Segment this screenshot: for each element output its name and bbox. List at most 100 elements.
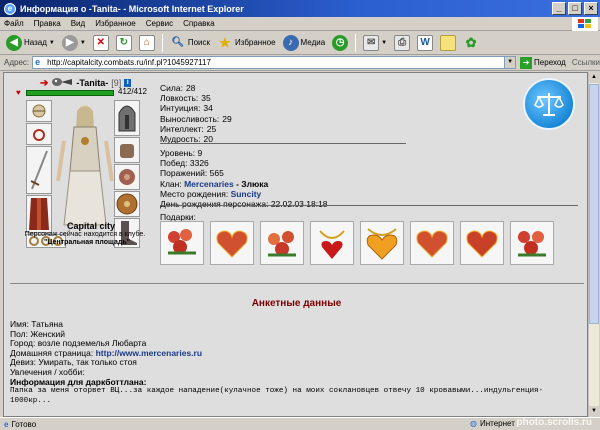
character-name: -Tanita- <box>76 78 109 88</box>
messenger-button[interactable]: ✿ <box>461 34 481 52</box>
character-figure <box>56 101 114 229</box>
chevron-down-icon: ▼ <box>381 39 388 46</box>
forward-button[interactable]: ▶ ▼ <box>60 34 88 52</box>
menu-file[interactable]: Файл <box>4 19 24 28</box>
character-info: Уровень: 9 Побед: 3326 Поражений: 565 Кл… <box>160 148 328 209</box>
page-content: ➔ -Tanita- [9] i ♥ 412/412 Capital city … <box>3 72 588 417</box>
refresh-icon: ↻ <box>115 34 132 51</box>
stat-row: Интуиция: 34 <box>160 103 213 114</box>
helm-slot[interactable] <box>114 100 140 136</box>
scroll-down-icon[interactable]: ▼ <box>589 406 599 417</box>
gloves-slot[interactable] <box>114 137 140 163</box>
toolbar: ◀ Назад ▼ ▶ ▼ ✕ ↻ ⌂ 🔍︎ Поиск ★ Избранное… <box>0 31 600 55</box>
page-icon: e <box>4 419 9 429</box>
mail-icon: ✉ <box>363 34 380 51</box>
gift-flowers-icon[interactable] <box>510 221 554 265</box>
gift-flowers-icon[interactable] <box>260 221 304 265</box>
toolbar-separator <box>161 33 163 52</box>
wins-row: Побед: 3326 <box>160 158 209 169</box>
stat-row: Интеллект: 25 <box>160 123 217 134</box>
profile-text: Папка за меня оторвет ВЦ...за каждое нап… <box>10 387 544 396</box>
homepage-link[interactable]: http://www.mercenaries.ru <box>96 348 202 358</box>
close-button[interactable]: × <box>584 2 598 15</box>
profile-motto: Девиз: Умирать, так только стоя <box>10 357 137 368</box>
print-button[interactable]: ⎙ <box>392 34 412 52</box>
city-name: Capital city <box>66 221 115 231</box>
weapon-slot[interactable] <box>26 146 52 194</box>
scroll-thumb[interactable] <box>589 84 599 324</box>
attack-arrow-icon[interactable]: ➔ <box>40 78 48 89</box>
stop-button[interactable]: ✕ <box>91 34 111 52</box>
gift-heart-icon[interactable] <box>410 221 454 265</box>
gift-heart-icon[interactable] <box>460 221 504 265</box>
vertical-scrollbar[interactable]: ▲ ▼ <box>588 72 599 417</box>
search-icon: 🔍︎ <box>171 37 185 48</box>
history-icon: ◷ <box>332 34 349 51</box>
windows-logo-icon <box>572 17 598 31</box>
search-button[interactable]: 🔍︎ Поиск <box>168 34 212 52</box>
clan-emblem-icon <box>51 77 73 89</box>
menu-help[interactable]: Справка <box>183 19 214 28</box>
stats-list: Сила: 28 Ловкость: 35 Интуиция: 34 Вынослив… <box>160 83 232 144</box>
favorites-label: Избранное <box>235 38 276 47</box>
gift-flowers-icon[interactable] <box>160 221 204 265</box>
ie-icon: e <box>4 2 16 15</box>
menu-favorites[interactable]: Избранное <box>95 19 136 28</box>
scales-badge-icon <box>523 78 575 130</box>
address-bar: Адрес: http://capitalcity.combats.ru/inf… <box>0 55 600 71</box>
hp-value: 412/412 <box>118 87 147 96</box>
divider <box>160 205 578 206</box>
forward-arrow-icon: ▶ <box>61 34 78 51</box>
messenger-icon: ✿ <box>465 34 477 50</box>
hp-bar <box>26 90 114 96</box>
stat-row: Сила: 28 <box>160 83 196 93</box>
gift-amber-heart-icon[interactable] <box>360 221 404 265</box>
history-button[interactable]: ◷ <box>330 34 350 52</box>
search-label: Поиск <box>187 38 210 47</box>
minimize-button[interactable]: _ <box>552 2 566 15</box>
info-icon[interactable]: i <box>124 79 132 87</box>
mail-button[interactable]: ✉ ▼ <box>361 34 389 52</box>
media-label: Медиа <box>300 38 326 47</box>
earring-slot[interactable] <box>26 123 52 145</box>
favorites-button[interactable]: ★ Избранное <box>215 34 278 52</box>
menu-edit[interactable]: Правка <box>34 19 61 28</box>
maximize-button[interactable]: □ <box>568 2 582 15</box>
back-arrow-icon: ◀ <box>6 34 22 51</box>
back-button[interactable]: ◀ Назад ▼ <box>4 34 57 52</box>
title-bar: e Информация о -Tanita- - Microsoft Inte… <box>0 0 600 17</box>
profile-name: Имя: Татьяна <box>10 319 63 329</box>
home-button[interactable]: ⌂ <box>137 34 157 52</box>
zone-label: Интернет <box>479 419 515 428</box>
toolbar-separator <box>355 33 357 52</box>
refresh-button[interactable]: ↻ <box>114 34 134 52</box>
chevron-down-icon: ▼ <box>48 39 55 46</box>
menu-view[interactable]: Вид <box>71 19 85 28</box>
gift-pendant-icon[interactable] <box>310 221 354 265</box>
menu-bar: Файл Правка Вид Избранное Сервис Справка <box>0 17 600 31</box>
go-button[interactable]: ➔ Переход <box>520 56 566 69</box>
scroll-up-icon[interactable]: ▲ <box>589 72 599 83</box>
profile-dark-info: Информация для даркботтлана: <box>10 376 147 387</box>
discuss-button[interactable] <box>438 34 458 52</box>
profile-details: Имя: Татьяна Пол: Женский Город: возле п… <box>10 319 585 406</box>
divider <box>160 143 406 144</box>
losses-row: Поражений: 565 <box>160 168 224 179</box>
shield-slot[interactable] <box>114 191 140 217</box>
heart-icon: ♥ <box>16 88 21 97</box>
media-button[interactable]: ♪ Медиа <box>281 34 328 52</box>
links-button[interactable]: Ссылки <box>572 58 600 67</box>
status-text: Готово <box>11 419 37 429</box>
location-name: "Центральная площадь" <box>44 239 130 246</box>
helmet-slot[interactable] <box>26 100 52 122</box>
gift-heart-icon[interactable] <box>210 221 254 265</box>
menu-tools[interactable]: Сервис <box>146 19 173 28</box>
divider <box>10 283 584 284</box>
clan-link[interactable]: Mercenaries <box>184 179 234 189</box>
edit-button[interactable]: W <box>415 34 435 52</box>
back-label: Назад <box>24 38 47 47</box>
address-dropdown-icon[interactable]: ▼ <box>505 56 517 69</box>
window-title: Информация о -Tanita- - Microsoft Intern… <box>20 3 244 14</box>
address-input[interactable]: http://capitalcity.combats.ru/inf.pl?104… <box>32 56 506 69</box>
belt-slot[interactable] <box>114 164 140 190</box>
